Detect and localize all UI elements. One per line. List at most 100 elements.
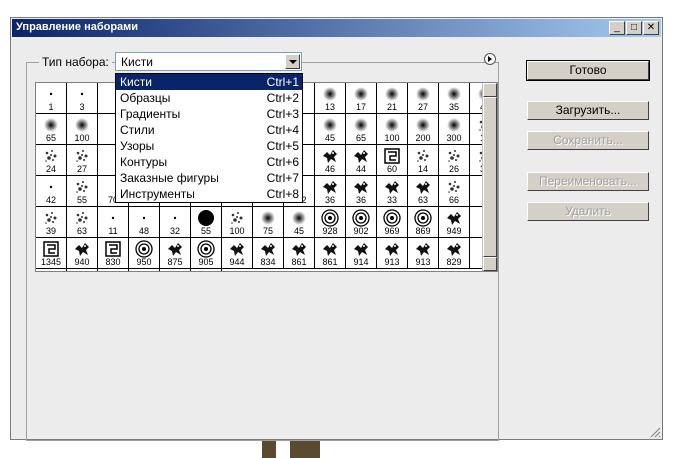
brush-cell[interactable]: 36 bbox=[346, 176, 377, 207]
brush-cell[interactable]: 60 bbox=[377, 145, 408, 176]
dropdown-item[interactable]: Кисти Ctrl+1 bbox=[116, 74, 302, 90]
delete-button[interactable]: Удалить bbox=[527, 202, 649, 221]
brush-cell[interactable]: 905 bbox=[191, 238, 222, 269]
brush-cell[interactable]: 27 bbox=[408, 83, 439, 114]
brush-cell[interactable]: 830 bbox=[98, 238, 129, 269]
brush-cell[interactable]: 853 bbox=[98, 269, 129, 271]
dropdown-item[interactable]: Градиенты Ctrl+3 bbox=[116, 106, 302, 122]
brush-cell[interactable]: 1345 bbox=[36, 238, 67, 269]
save-button[interactable]: Сохранить... bbox=[527, 131, 649, 150]
maximize-button[interactable]: □ bbox=[626, 21, 642, 35]
brush-cell[interactable]: 564 bbox=[191, 269, 222, 271]
brush-cell[interactable]: 55 bbox=[191, 207, 222, 238]
brush-cell[interactable]: 46 bbox=[315, 145, 346, 176]
brush-cell[interactable]: 944 bbox=[222, 238, 253, 269]
soft-brush-icon bbox=[447, 118, 461, 132]
medal-brush-icon bbox=[383, 209, 401, 227]
soft-brush-icon bbox=[447, 87, 461, 101]
brush-cell[interactable]: 914 bbox=[346, 238, 377, 269]
brush-cell[interactable]: 63 bbox=[408, 176, 439, 207]
brush-cell[interactable]: 1325 bbox=[67, 269, 98, 272]
brush-cell[interactable]: 949 bbox=[439, 207, 470, 238]
dropdown-item[interactable]: Образцы Ctrl+2 bbox=[116, 90, 302, 106]
brush-cell[interactable]: 27 bbox=[67, 145, 98, 176]
soft-brush-icon bbox=[416, 87, 430, 101]
brush-size-label: 949 bbox=[446, 226, 462, 236]
load-button[interactable]: Загрузить... bbox=[527, 101, 649, 120]
dropdown-item[interactable]: Контуры Ctrl+6 bbox=[116, 154, 302, 170]
brush-cell[interactable]: 3 bbox=[67, 83, 98, 114]
vertical-scrollbar[interactable] bbox=[482, 83, 497, 271]
brush-cell[interactable]: 913 bbox=[408, 238, 439, 269]
brush-cell[interactable]: 913 bbox=[377, 238, 408, 269]
brush-cell[interactable]: 65 bbox=[346, 114, 377, 145]
brush-size-label: 834 bbox=[260, 257, 276, 267]
brush-cell[interactable]: 65 bbox=[36, 114, 67, 145]
desktop-background bbox=[0, 440, 691, 458]
brush-cell[interactable]: 100 bbox=[67, 114, 98, 145]
brush-size-label: 830 bbox=[105, 257, 121, 267]
brush-cell[interactable]: 100 bbox=[377, 114, 408, 145]
preset-type-select[interactable]: Кисти bbox=[115, 52, 302, 71]
brush-cell[interactable]: 33 bbox=[377, 176, 408, 207]
brush-cell[interactable]: 21 bbox=[377, 83, 408, 114]
brush-cell[interactable]: 902 bbox=[346, 207, 377, 238]
dropdown-item[interactable]: Стили Ctrl+4 bbox=[116, 122, 302, 138]
brush-cell[interactable]: 13 bbox=[315, 83, 346, 114]
soft-brush-icon bbox=[292, 211, 306, 225]
brush-cell[interactable]: 36 bbox=[315, 176, 346, 207]
dropdown-item[interactable]: Узоры Ctrl+5 bbox=[116, 138, 302, 154]
scroll-down-icon[interactable] bbox=[483, 257, 497, 271]
brush-cell[interactable]: 39 bbox=[36, 207, 67, 238]
medal-brush-icon bbox=[321, 209, 339, 227]
brush-cell[interactable]: 944 bbox=[36, 269, 67, 271]
brush-cell[interactable]: 200 bbox=[408, 114, 439, 145]
dropdown-item[interactable]: Заказные фигуры Ctrl+7 bbox=[116, 170, 302, 186]
brush-cell[interactable]: 928 bbox=[315, 207, 346, 238]
brush-cell[interactable]: 300 bbox=[439, 114, 470, 145]
panel-menu-icon[interactable] bbox=[484, 53, 496, 65]
brush-cell[interactable]: 1 bbox=[36, 83, 67, 114]
brush-cell[interactable]: 940 bbox=[67, 238, 98, 269]
brush-cell[interactable]: 861 bbox=[284, 238, 315, 269]
brush-cell[interactable]: 75 bbox=[253, 207, 284, 238]
brush-cell[interactable]: 55 bbox=[67, 176, 98, 207]
brush-cell[interactable]: 35 bbox=[439, 83, 470, 114]
brush-cell[interactable]: 875 bbox=[160, 238, 191, 269]
brush-cell[interactable]: 11 bbox=[98, 207, 129, 238]
glyph-brush-icon bbox=[73, 271, 91, 272]
chevron-down-icon[interactable] bbox=[285, 54, 300, 69]
brush-cell[interactable]: 24 bbox=[36, 145, 67, 176]
rename-button[interactable]: Переименовать... bbox=[527, 172, 649, 191]
done-button[interactable]: Готово bbox=[526, 60, 650, 81]
brush-cell[interactable]: 32 bbox=[160, 207, 191, 238]
brush-cell[interactable]: 17 bbox=[346, 83, 377, 114]
brush-cell[interactable]: 950 bbox=[129, 238, 160, 269]
brush-cell[interactable]: 66 bbox=[439, 176, 470, 207]
scroll-up-icon[interactable] bbox=[483, 83, 497, 97]
brush-cell[interactable]: 48 bbox=[129, 207, 160, 238]
brush-cell[interactable]: 63 bbox=[67, 207, 98, 238]
brush-cell[interactable]: 869 bbox=[408, 207, 439, 238]
brush-cell[interactable]: 45 bbox=[284, 207, 315, 238]
minimize-button[interactable]: _ bbox=[609, 21, 625, 35]
dropdown-item[interactable]: Инструменты Ctrl+8 bbox=[116, 186, 302, 202]
brush-cell[interactable]: 14 bbox=[408, 145, 439, 176]
resize-grip-icon[interactable] bbox=[649, 426, 661, 438]
brush-cell[interactable]: 829 bbox=[439, 238, 470, 269]
brush-cell[interactable]: 834 bbox=[253, 238, 284, 269]
scroll-thumb[interactable] bbox=[483, 97, 497, 257]
brush-cell[interactable]: 44 bbox=[346, 145, 377, 176]
soft-brush-icon bbox=[385, 118, 399, 132]
brush-cell[interactable]: 463 bbox=[160, 269, 191, 271]
close-button[interactable]: ✕ bbox=[643, 21, 659, 35]
brush-cell[interactable]: 45 bbox=[315, 114, 346, 145]
brush-cell[interactable]: 1227 bbox=[129, 269, 160, 271]
brush-cell[interactable]: 969 bbox=[377, 207, 408, 238]
soft-brush-icon bbox=[323, 87, 337, 101]
brush-cell[interactable]: 42 bbox=[36, 176, 67, 207]
brush-cell[interactable]: 861 bbox=[315, 238, 346, 269]
brush-cell[interactable]: 26 bbox=[439, 145, 470, 176]
brush-cell[interactable]: 100 bbox=[222, 207, 253, 238]
brush-size-label: 875 bbox=[167, 257, 183, 267]
